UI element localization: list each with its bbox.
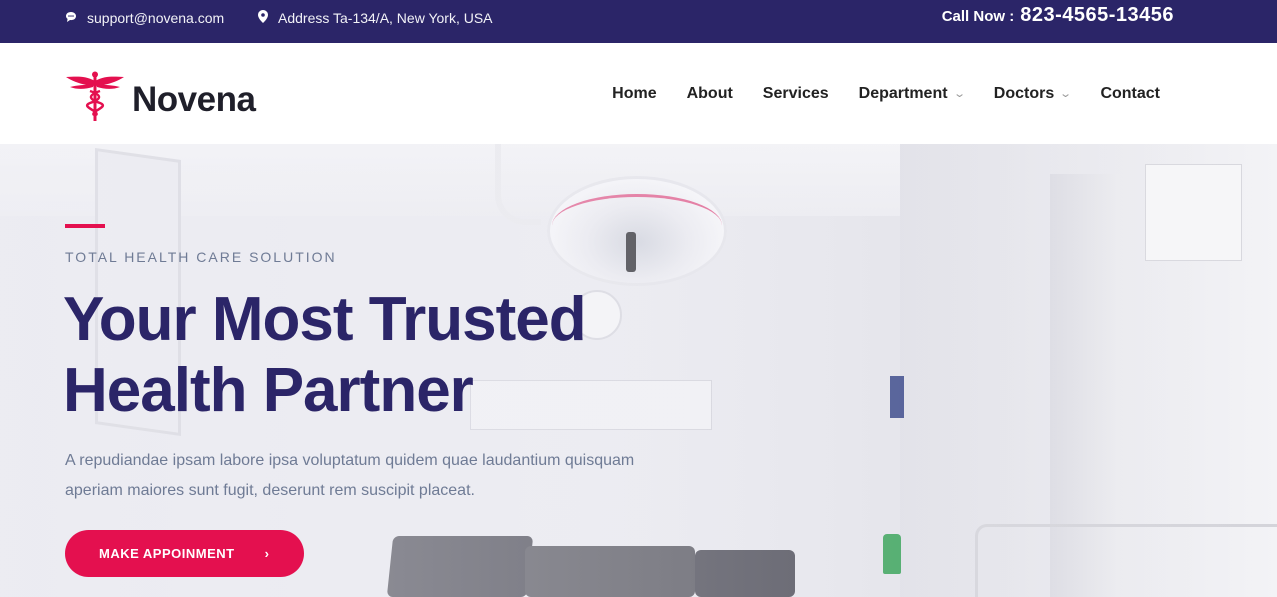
- nav-home[interactable]: Home: [612, 85, 656, 103]
- nav-label: Doctors: [993, 84, 1055, 102]
- caduceus-icon: [66, 71, 124, 128]
- chat-icon: [65, 10, 77, 26]
- phone-number[interactable]: 823-4565-13456: [1020, 4, 1174, 27]
- hero-description: A repudiandae ipsam labore ipsa voluptat…: [65, 452, 635, 499]
- call-now[interactable]: Call Now : 823-4565-13456: [942, 4, 1174, 27]
- chevron-down-icon: ⌄: [1059, 88, 1073, 100]
- brand-name: Novena: [132, 79, 256, 119]
- location-pin-icon: [258, 10, 268, 26]
- chevron-down-icon: ⌄: [952, 88, 966, 100]
- nav-services[interactable]: Services: [763, 85, 829, 103]
- nav-label: Department: [858, 84, 948, 102]
- main-navbar: Novena Home About Services Department ⌄ D…: [0, 43, 1277, 144]
- top-info-bar: support@novena.com Address Ta-134/A, New…: [0, 0, 1277, 43]
- primary-nav: Home About Services Department ⌄ Doctors ⌄…: [582, 43, 1160, 144]
- hero-kicker: TOTAL HEALTH CARE SOLUTION: [65, 249, 337, 265]
- nav-label: Contact: [1100, 84, 1160, 102]
- brand-logo[interactable]: Novena: [66, 71, 256, 128]
- address-text: Address Ta-134/A, New York, USA: [278, 10, 493, 26]
- address: Address Ta-134/A, New York, USA: [258, 0, 493, 36]
- hero-title: Your Most Trusted Health Partner: [63, 285, 587, 425]
- make-appointment-button[interactable]: MAKE APPOINMENT ›: [65, 530, 304, 577]
- nav-doctors[interactable]: Doctors ⌄: [993, 84, 1073, 103]
- email-text: support@novena.com: [87, 10, 225, 26]
- accent-divider: [65, 224, 105, 228]
- nav-department[interactable]: Department ⌄: [858, 84, 966, 103]
- nav-contact[interactable]: Contact: [1100, 85, 1160, 103]
- nav-about[interactable]: About: [687, 85, 733, 103]
- cta-label: MAKE APPOINMENT: [99, 546, 235, 561]
- nav-label: About: [686, 84, 733, 102]
- nav-label: Home: [612, 84, 657, 102]
- hero-section: TOTAL HEALTH CARE SOLUTION Your Most Tru…: [0, 144, 1277, 597]
- call-now-label: Call Now :: [941, 8, 1015, 25]
- support-email[interactable]: support@novena.com: [65, 0, 224, 36]
- chevron-right-icon: ›: [264, 546, 270, 561]
- nav-label: Services: [762, 84, 829, 102]
